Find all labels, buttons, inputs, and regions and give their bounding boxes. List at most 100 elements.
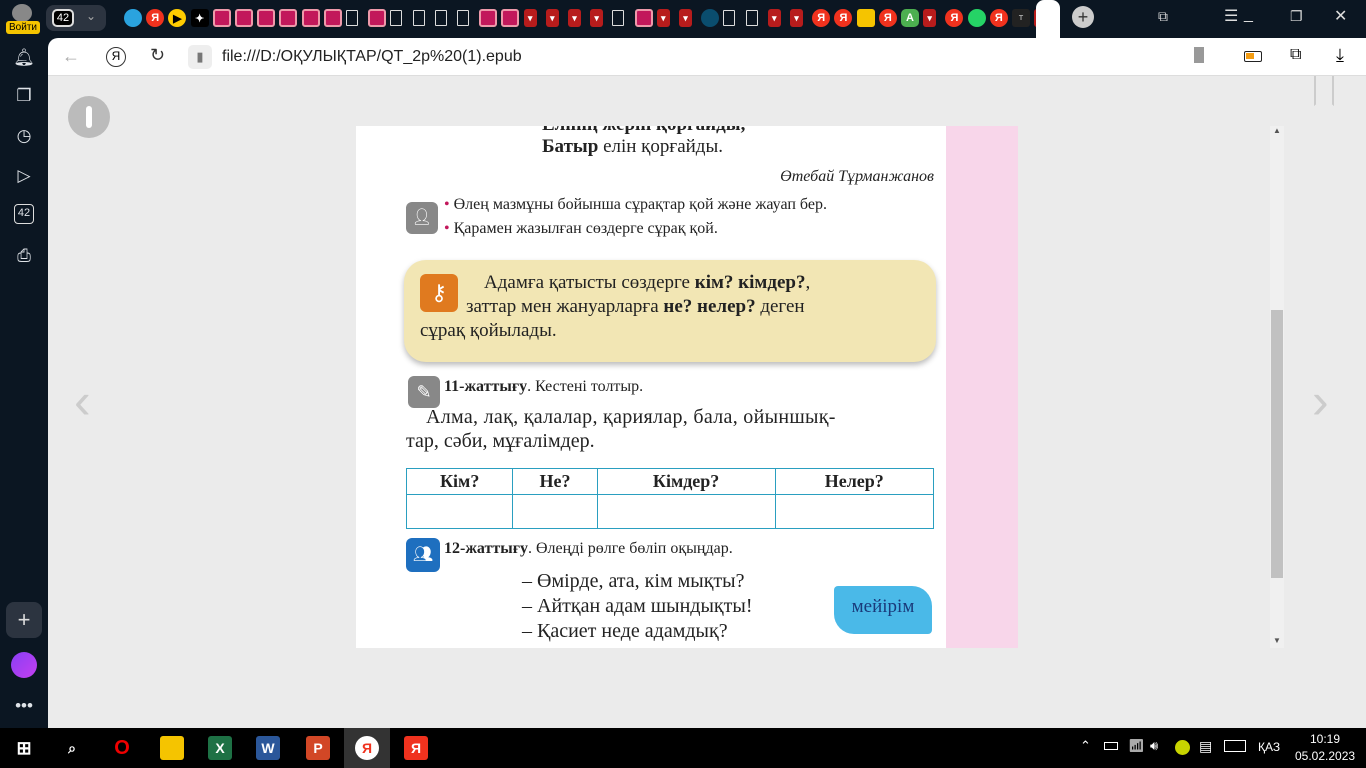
windows-start-icon[interactable]: ⊞ (12, 736, 36, 760)
address-bar: ← Я ↻ ▮ file:///D:/ОҚУЛЫҚТАР/QT_2p%20(1)… (48, 38, 1366, 76)
tab-counter-button[interactable]: 42 ⌄ (46, 5, 106, 31)
reload-icon[interactable]: ↻ (150, 45, 165, 66)
play-icon[interactable]: ▷ (12, 164, 36, 188)
profile-avatar[interactable] (12, 4, 32, 22)
tab-document-icon[interactable] (723, 10, 736, 26)
tab-wordpad-icon[interactable] (501, 9, 520, 27)
tab-pdf-icon[interactable]: ▾ (590, 9, 604, 27)
speaking-icon: 👤︎ (406, 202, 438, 234)
bookmark-icon[interactable] (1194, 47, 1204, 63)
url-field[interactable]: file:///D:/ОҚУЛЫҚТАР/QT_2p%20(1).epub (222, 48, 522, 66)
tab-wordpad-icon[interactable] (235, 9, 253, 27)
tray-app-icon[interactable] (1175, 740, 1190, 755)
screenshot-icon[interactable]: ⎙ (12, 244, 36, 268)
scrollbar[interactable]: ▲ ▼ (1270, 126, 1284, 648)
tab-yandex-icon[interactable]: Я (878, 9, 897, 27)
search-icon[interactable]: ⌕ (60, 736, 84, 760)
prev-page-button[interactable]: ‹ (74, 376, 104, 426)
tab-wordpad-icon[interactable] (634, 9, 653, 27)
tab-globe-icon[interactable] (701, 9, 720, 27)
tab-yandex-icon[interactable]: Я (146, 9, 165, 27)
powerpoint-icon[interactable]: P (306, 736, 330, 760)
tab-pdf-icon[interactable]: ▾ (523, 9, 537, 27)
poem-line: – Қасиет неде адамдық? (522, 620, 728, 642)
word-icon[interactable]: W (256, 736, 280, 760)
yandex-browser-icon[interactable]: Я (355, 736, 379, 760)
excel-icon[interactable]: X (208, 736, 232, 760)
tab-star-icon[interactable]: ✦ (190, 9, 209, 27)
wifi-icon[interactable]: 📶︎ (1128, 738, 1145, 754)
taskbar: ⊞ ⌕ O X W P Я Я ⌃ 📶︎ 🔊︎ ▤ ҚАЗ 10:19 05.0… (0, 728, 1366, 768)
battery-saver-icon[interactable] (1244, 51, 1262, 62)
tray-chevron-icon[interactable]: ⌃ (1080, 738, 1091, 754)
tab-pdf-icon[interactable]: ▾ (568, 9, 581, 27)
alice-icon[interactable] (11, 652, 37, 678)
tab-document-icon[interactable] (612, 10, 625, 26)
yandex-app-icon[interactable]: Я (404, 736, 428, 760)
reader-menu-button[interactable] (68, 96, 110, 138)
tab-play-icon[interactable]: ▶ (168, 9, 187, 27)
tab-pdf-icon[interactable]: ▾ (545, 9, 559, 27)
explorer-icon[interactable] (160, 736, 184, 760)
restore-button[interactable]: ❐ (1290, 8, 1303, 25)
login-button[interactable]: Войти (6, 21, 40, 34)
tab-document-icon[interactable] (346, 10, 358, 26)
tab-document-icon[interactable] (390, 10, 403, 26)
table-header: Кімдер? (596, 468, 776, 495)
history-icon[interactable]: ◷ (12, 124, 36, 148)
menu-icon[interactable]: ☰ (1224, 6, 1238, 26)
tab-whatsapp-icon[interactable] (967, 9, 986, 27)
extensions-icon[interactable]: ⧉ (1290, 46, 1301, 64)
table-header: Кім? (405, 468, 514, 495)
more-icon[interactable]: ••• (12, 694, 36, 718)
tab-pdf-icon[interactable]: ▾ (923, 9, 937, 27)
tab-yandex-icon[interactable]: Я (812, 9, 831, 27)
close-button[interactable]: ✕ (1334, 6, 1347, 26)
minimize-button[interactable]: _ (1244, 6, 1253, 24)
opera-icon[interactable]: O (110, 736, 134, 760)
tab-yandex-icon[interactable]: Я (989, 9, 1008, 27)
tab-wordpad-icon[interactable] (279, 9, 298, 27)
tab-document-icon[interactable] (745, 10, 758, 26)
tab-wordpad-icon[interactable] (368, 9, 387, 27)
tab-document-icon[interactable] (457, 10, 469, 26)
battery-icon[interactable] (1104, 742, 1118, 750)
back-button[interactable]: ← (62, 46, 80, 67)
tab-image-icon[interactable] (856, 9, 875, 27)
yandex-icon[interactable]: Я (106, 47, 126, 67)
language-indicator[interactable]: ҚАЗ (1258, 740, 1280, 754)
table-header: Не? (512, 468, 598, 495)
bookmark-ribbon-icon[interactable] (1314, 76, 1334, 106)
bookmarks-icon[interactable]: ⧉ (1158, 8, 1168, 25)
clock-date[interactable]: 05.02.2023 (1295, 749, 1355, 763)
tab-document-icon[interactable] (434, 10, 447, 26)
add-panel-button[interactable]: + (6, 602, 42, 638)
browser-sidebar: 🔔︎ ❐ ◷ ▷ 42 ⎙ + ••• (0, 38, 48, 728)
tab-wordpad-icon[interactable] (479, 9, 498, 27)
keyboard-icon[interactable] (1224, 740, 1246, 752)
tab-yandex-icon[interactable]: Я (945, 9, 964, 27)
tab-wordpad-icon[interactable] (301, 9, 320, 27)
tab-more-icon[interactable]: T (1012, 9, 1030, 27)
tabs-count-icon[interactable]: 42 (14, 204, 34, 224)
tab-yandex-icon[interactable]: Я (834, 9, 853, 27)
bell-icon[interactable]: 🔔︎ (12, 46, 36, 70)
tab-wordpad-icon[interactable] (323, 9, 342, 27)
next-page-button[interactable]: › (1312, 376, 1342, 426)
tab-pdf-icon[interactable]: ▾ (656, 9, 670, 27)
tab-a-app-icon[interactable]: A (901, 9, 919, 27)
volume-icon[interactable]: 🔊︎ (1150, 738, 1158, 754)
bullet-2: • Қарамен жазылған сөздерге сұрақ қой. (444, 220, 718, 237)
download-icon[interactable]: ⤓ (1336, 45, 1344, 66)
notification-icon[interactable]: ▤ (1199, 738, 1212, 755)
tab-document-icon[interactable] (412, 10, 425, 26)
tab-pdf-icon[interactable]: ▾ (679, 9, 692, 27)
new-tab-button[interactable]: + (1072, 6, 1094, 28)
tab-wordpad-icon[interactable] (257, 9, 276, 27)
tab-pdf-icon[interactable]: ▾ (790, 9, 803, 27)
tab-pdf-icon[interactable]: ▾ (767, 9, 781, 27)
clock-time[interactable]: 10:19 (1310, 732, 1340, 746)
tab-wordpad-icon[interactable] (212, 9, 231, 27)
tab-telegram-icon[interactable] (124, 9, 142, 27)
collections-icon[interactable]: ❐ (12, 84, 36, 108)
